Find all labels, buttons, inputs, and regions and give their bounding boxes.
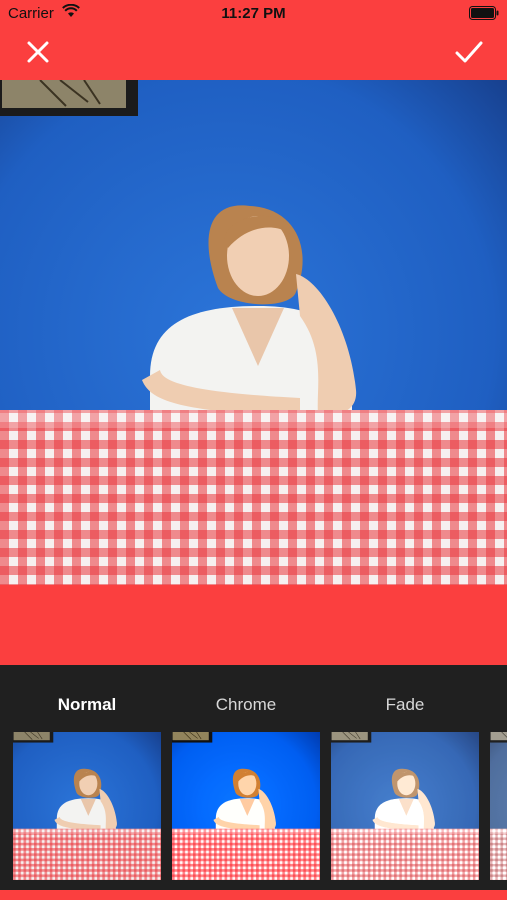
nav-bar — [0, 28, 507, 80]
filter-fade[interactable]: Fade — [331, 665, 479, 890]
status-bar: Carrier 11:27 PM — [0, 0, 507, 28]
close-button[interactable] — [18, 34, 58, 74]
filter-thumbnail — [13, 732, 161, 880]
battery-icon — [469, 6, 499, 20]
filter-thumbnail — [331, 732, 479, 880]
filter-thumbnail — [490, 732, 507, 880]
checkmark-icon — [455, 41, 483, 68]
bottom-strip — [0, 890, 507, 900]
canvas-background — [0, 585, 507, 665]
confirm-button[interactable] — [449, 34, 489, 74]
photo-preview — [0, 80, 507, 585]
close-icon — [26, 40, 50, 69]
filter-chrome[interactable]: Chrome — [172, 665, 320, 890]
filter-label: Chrome — [215, 695, 277, 714]
filter-label: Fade — [385, 695, 425, 714]
filter-next[interactable] — [490, 665, 507, 890]
filter-thumbnail — [172, 732, 320, 880]
filter-normal[interactable]: Normal — [13, 665, 161, 890]
filter-panel: Normal Chrome Fade — [0, 665, 507, 890]
clock-time: 11:27 PM — [221, 5, 286, 22]
filter-label: Normal — [57, 695, 117, 714]
